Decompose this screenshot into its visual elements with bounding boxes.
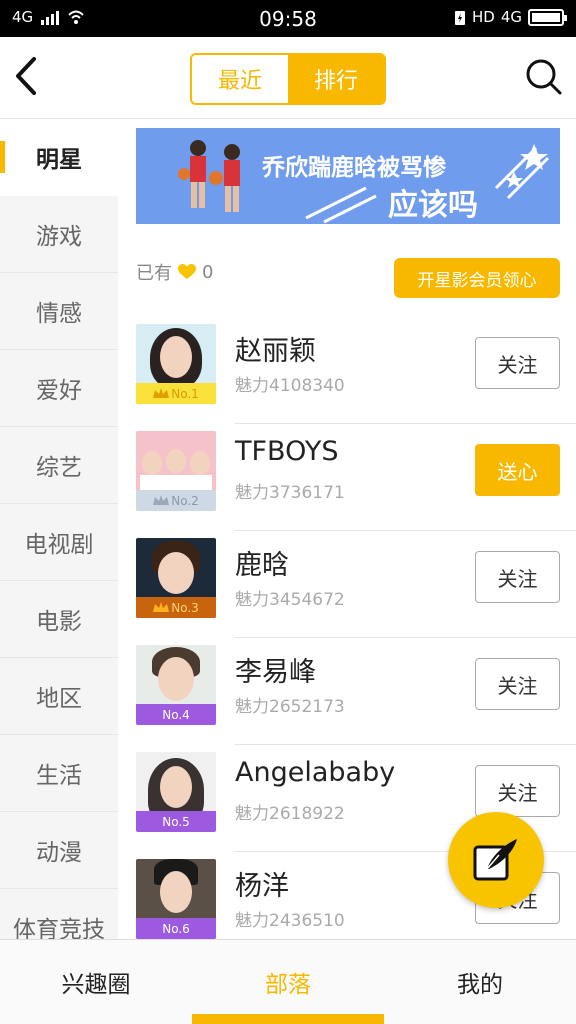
promo-banner[interactable]: 乔欣踹鹿晗被骂惨 应该吗 [136, 128, 560, 224]
category-games[interactable]: 游戏 [0, 196, 118, 273]
charm-score: 魅力2618922 [235, 804, 345, 824]
ranking-row[interactable]: No.2 TFBOYS 魅力3736171 送心 [118, 424, 576, 531]
star-name: 杨洋 [235, 871, 289, 902]
follow-button[interactable]: 关注 [475, 658, 560, 710]
rank-label: No.1 [171, 386, 199, 401]
ranking-row[interactable]: No.1 赵丽颖 魅力4108340 关注 [118, 317, 576, 424]
compose-button[interactable] [448, 812, 544, 908]
rank-label: No.4 [162, 707, 190, 722]
category-movie[interactable]: 电影 [0, 581, 118, 658]
rank-badge: No.6 [136, 918, 216, 939]
charm-score: 魅力3454672 [235, 590, 345, 610]
hearts-balance: 已有 0 [136, 259, 213, 285]
rank-badge: No.4 [136, 704, 216, 725]
nav-interest-circle[interactable]: 兴趣圈 [0, 940, 192, 1024]
tab-ranking[interactable]: 排行 [288, 55, 384, 103]
rank-badge: No.5 [136, 811, 216, 832]
rank-badge: No.3 [136, 597, 216, 618]
follow-button[interactable]: 关注 [475, 337, 560, 389]
battery-icon [528, 8, 567, 26]
back-arrow-icon [16, 57, 36, 95]
rank-label: No.5 [162, 814, 190, 829]
avatar: No.4 [136, 645, 216, 725]
nav-mine[interactable]: 我的 [384, 940, 576, 1024]
category-tv-drama[interactable]: 电视剧 [0, 504, 118, 581]
tab-recent[interactable]: 最近 [192, 55, 288, 103]
category-sidebar: 明星 游戏 情感 爱好 综艺 电视剧 电影 地区 生活 动漫 体育竞技 [0, 119, 118, 939]
charm-score: 魅力2652173 [235, 697, 345, 717]
avatar: No.1 [136, 324, 216, 404]
rank-badge: No.1 [136, 383, 216, 404]
rank-label: No.6 [162, 921, 190, 936]
category-life[interactable]: 生活 [0, 735, 118, 812]
vip-hearts-button[interactable]: 开星影会员领心 [394, 258, 560, 298]
banner-headline: 乔欣踹鹿晗被骂惨 [262, 155, 446, 181]
follow-button[interactable]: 关注 [475, 765, 560, 817]
rank-label: No.2 [171, 493, 199, 508]
compose-icon [473, 839, 517, 881]
category-variety[interactable]: 综艺 [0, 427, 118, 504]
charm-score: 魅力4108340 [235, 376, 345, 396]
bottom-nav: 兴趣圈 部落 我的 [0, 939, 576, 1024]
star-name: TFBOYS [235, 436, 339, 467]
avatar: No.2 [136, 431, 216, 511]
star-name: 鹿晗 [235, 550, 289, 581]
ranking-row[interactable]: No.4 李易峰 魅力2652173 关注 [118, 638, 576, 745]
hearts-count: 0 [202, 261, 214, 283]
avatar: No.6 [136, 859, 216, 939]
status-right: HD 4G [454, 8, 567, 26]
send-heart-button[interactable]: 送心 [475, 444, 560, 496]
charm-score: 魅力2436510 [235, 911, 345, 931]
avatar: No.3 [136, 538, 216, 618]
banner-subheadline: 应该吗 [388, 188, 478, 223]
category-hobbies[interactable]: 爱好 [0, 350, 118, 427]
back-button[interactable] [8, 53, 48, 99]
rank-badge: No.2 [136, 490, 216, 511]
tab-switcher: 最近 排行 [190, 53, 386, 105]
avatar: No.5 [136, 752, 216, 832]
search-icon [526, 59, 562, 95]
status-bar: 4G 09:58 HD 4G [0, 0, 576, 37]
crown-icon [153, 601, 170, 612]
category-sports[interactable]: 体育竞技 [0, 889, 118, 939]
nav-tribe[interactable]: 部落 [192, 940, 384, 1024]
ranking-row[interactable]: No.3 鹿晗 魅力3454672 关注 [118, 531, 576, 638]
battery-saver-icon [454, 10, 465, 25]
category-region[interactable]: 地区 [0, 658, 118, 735]
follow-button[interactable]: 关注 [475, 551, 560, 603]
search-button[interactable] [522, 55, 566, 99]
network-right-label: 4G [500, 8, 522, 26]
star-name: 赵丽颖 [235, 336, 316, 367]
crown-icon [153, 494, 170, 505]
top-bar: 最近 排行 [0, 37, 576, 119]
rank-label: No.3 [171, 600, 199, 615]
hd-label: HD [471, 8, 495, 26]
star-name: 李易峰 [235, 657, 316, 688]
category-anime[interactable]: 动漫 [0, 812, 118, 889]
star-name: Angelababy [235, 757, 396, 788]
category-stars[interactable]: 明星 [0, 119, 118, 196]
hearts-prefix: 已有 [136, 263, 172, 284]
heart-icon [178, 264, 196, 279]
crown-icon [153, 387, 170, 398]
category-emotion[interactable]: 情感 [0, 273, 118, 350]
charm-score: 魅力3736171 [235, 483, 345, 503]
